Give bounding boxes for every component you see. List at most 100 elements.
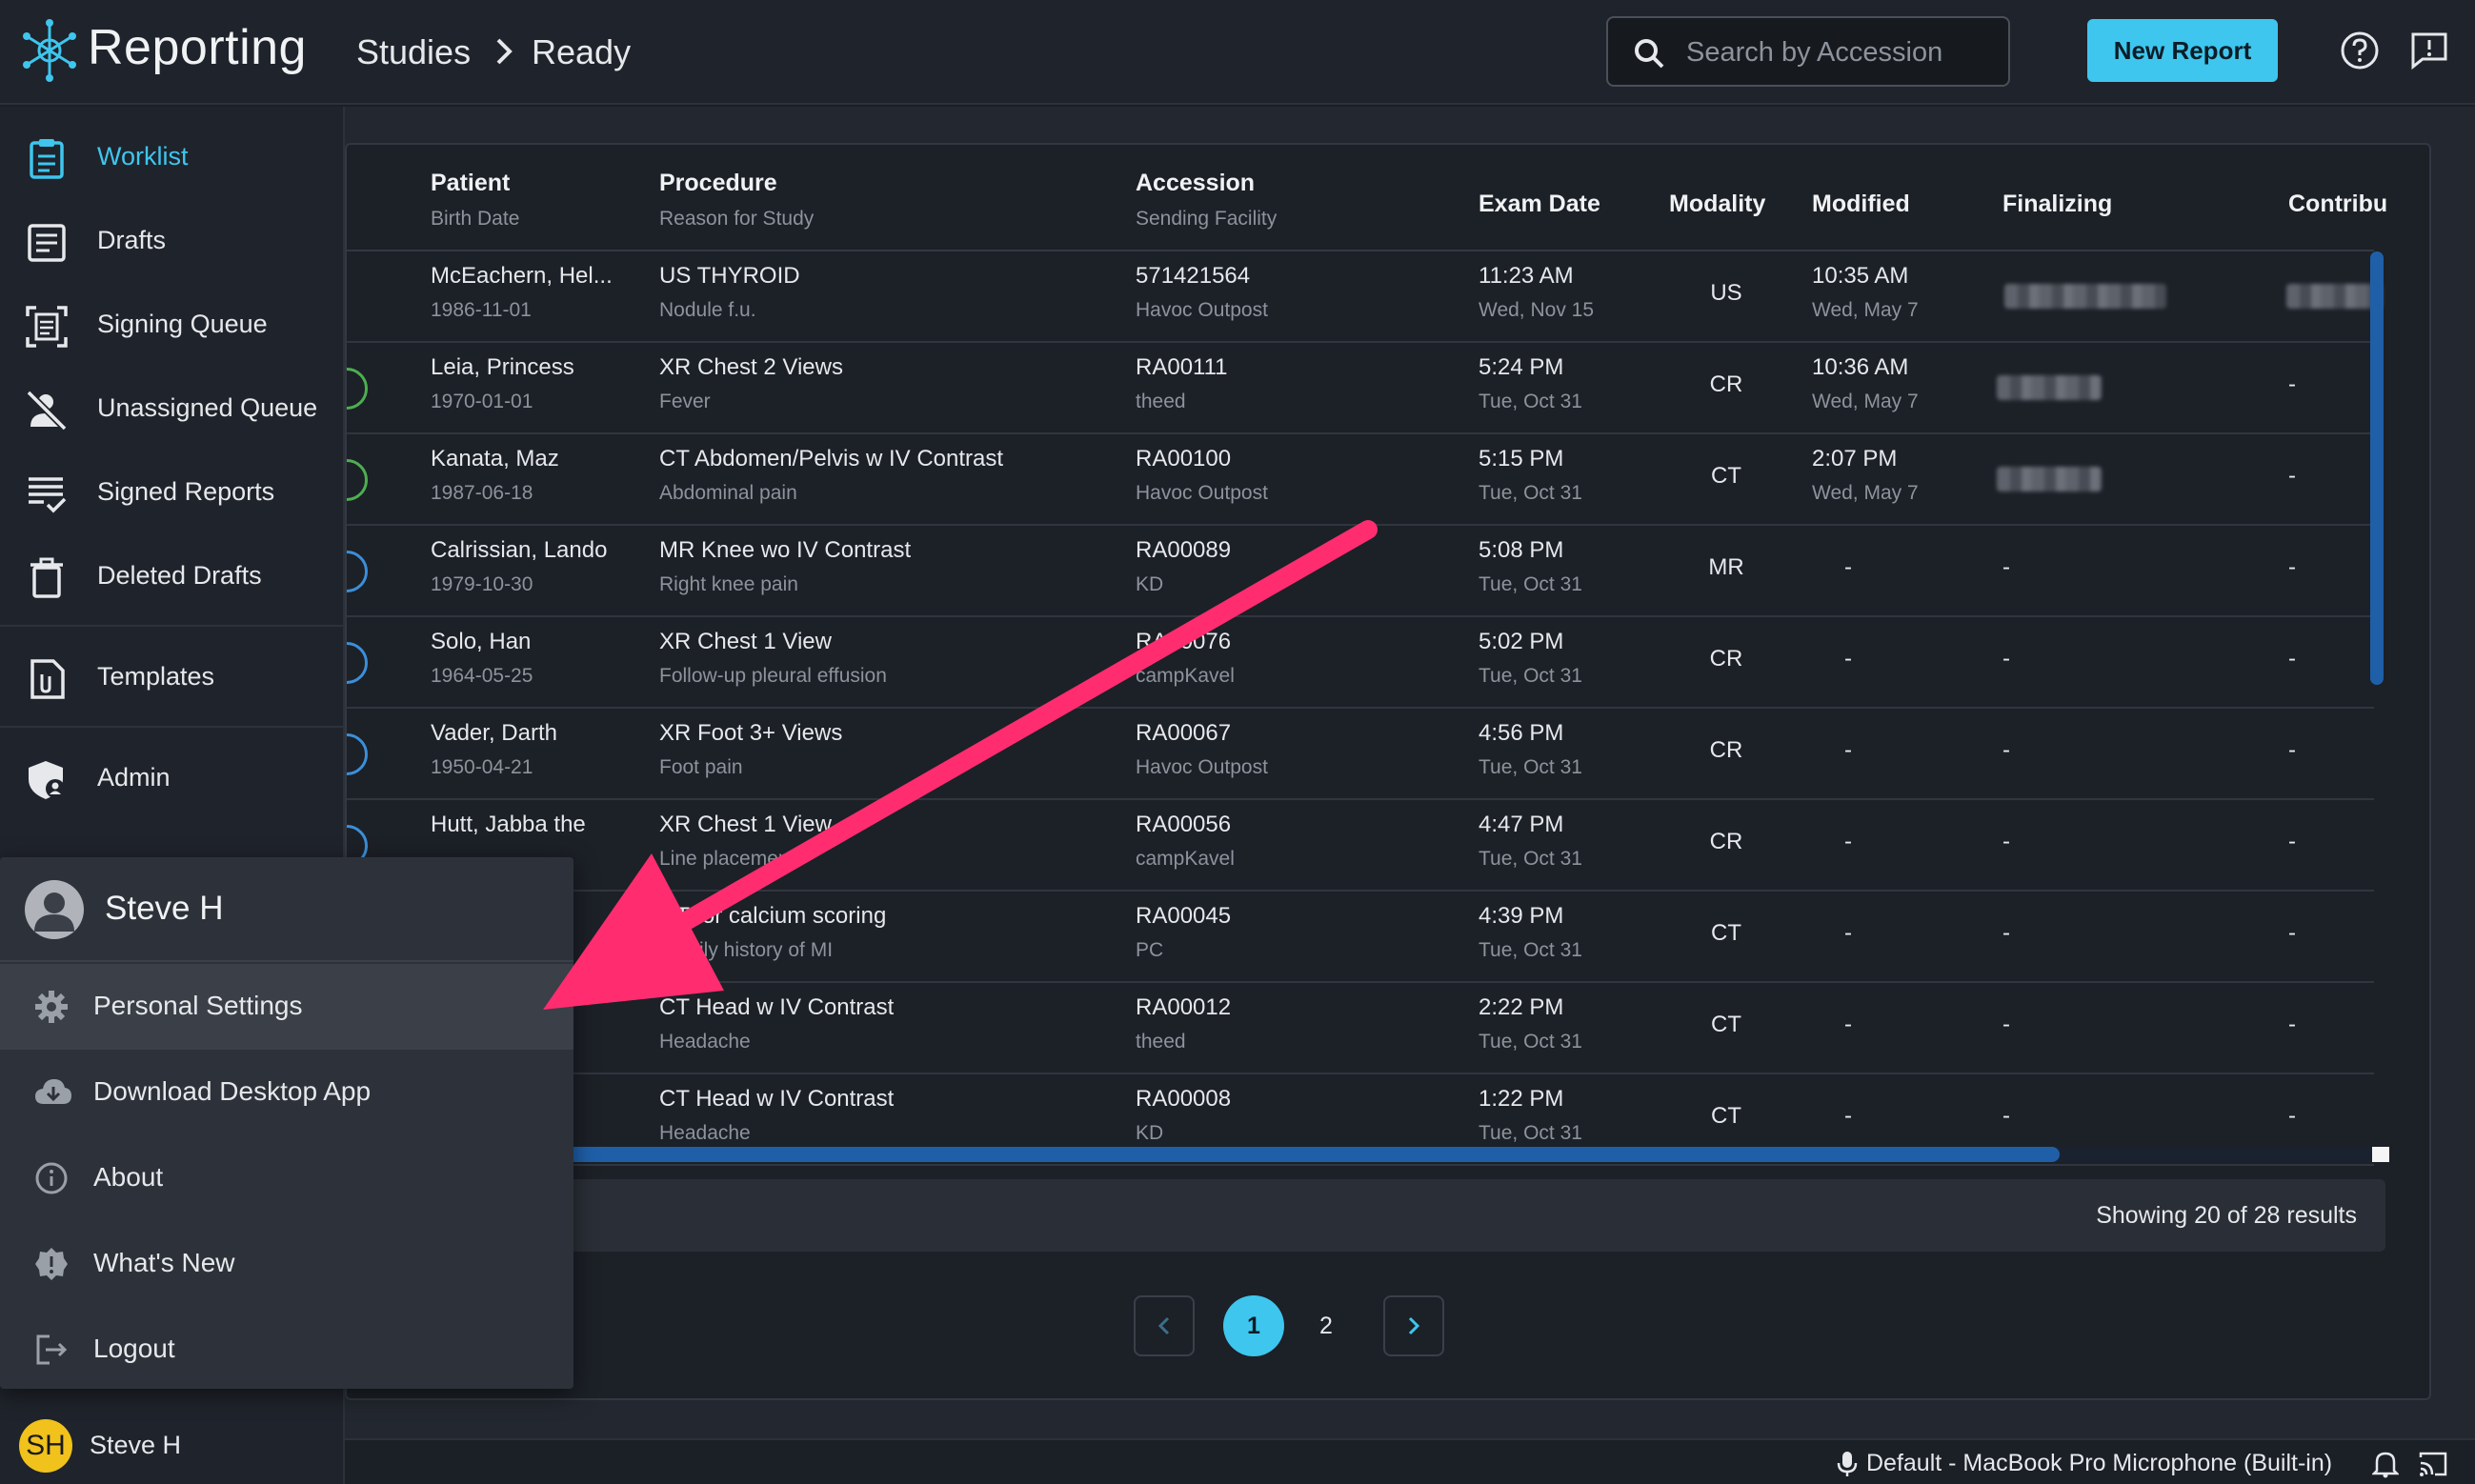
- contributors: -: [2288, 737, 2296, 763]
- table-row[interactable]: Kanata, Maz 1987-06-18 CT Abdomen/Pelvis w…: [347, 434, 2374, 526]
- col-accession[interactable]: Accession: [1136, 170, 1255, 197]
- cast-icon[interactable]: [2418, 1450, 2448, 1478]
- table-row[interactable]: Hutt, Jabba the XR Chest 1 View Line place…: [347, 800, 2374, 892]
- page-1[interactable]: 1: [1223, 1295, 1284, 1356]
- sending-facility: KD: [1136, 1122, 1164, 1144]
- accession-number: RA00008: [1136, 1086, 1232, 1112]
- breadcrumb-ready: Ready: [532, 32, 632, 71]
- template-icon: [30, 659, 65, 699]
- redacted-finalizer: [2004, 284, 2166, 309]
- col-modified[interactable]: Modified: [1812, 191, 1910, 218]
- table-row[interactable]: McEachern, Hel... 1986-11-01 US THYROID Nod…: [347, 251, 2382, 343]
- col-exam-date[interactable]: Exam Date: [1479, 191, 1600, 218]
- exam-date: Tue, Oct 31: [1479, 573, 1582, 595]
- reason-for-study: Line placement: [659, 848, 795, 870]
- feedback-icon[interactable]: [2407, 29, 2451, 72]
- exam-time: 4:39 PM: [1479, 903, 1564, 929]
- patient-name: Hutt, Jabba the: [431, 812, 586, 837]
- sidebar-item-unassigned-queue[interactable]: Unassigned Queue: [0, 370, 343, 446]
- table-row[interactable]: CT Head w IV Contrast Headache RA00012 thee…: [347, 983, 2374, 1074]
- modified-time: 10:36 AM: [1812, 354, 1909, 380]
- microphone-icon[interactable]: [1836, 1450, 1859, 1478]
- sending-facility: KD: [1136, 573, 1164, 595]
- col-finalizing[interactable]: Finalizing: [2002, 191, 2112, 218]
- menu-item-personal-settings[interactable]: Personal Settings: [0, 964, 573, 1050]
- procedure: MR Knee wo IV Contrast: [659, 537, 912, 563]
- table-row[interactable]: Solo, Han 1964-05-25 XR Chest 1 View Follow…: [347, 617, 2374, 709]
- gear-icon: [35, 991, 68, 1023]
- exam-time: 2:22 PM: [1479, 994, 1564, 1020]
- col-procedure[interactable]: Procedure: [659, 170, 777, 197]
- menu-item-download-desktop-app[interactable]: Download Desktop App: [0, 1050, 573, 1135]
- accession-number: RA00076: [1136, 629, 1232, 654]
- user-menu-name: Steve H: [105, 890, 224, 927]
- sidebar-item-templates[interactable]: Templates: [0, 638, 343, 714]
- procedure: CT for calcium scoring: [659, 903, 887, 929]
- menu-item-about[interactable]: About: [0, 1135, 573, 1221]
- sidebar-item-worklist[interactable]: Worklist: [0, 118, 343, 194]
- patient-name: Kanata, Maz: [431, 446, 559, 471]
- sidebar-item-label: Drafts: [97, 226, 167, 254]
- avatar: [25, 880, 84, 939]
- col-modality[interactable]: Modality: [1669, 191, 1765, 218]
- procedure: XR Chest 1 View: [659, 629, 832, 654]
- page-2[interactable]: 2: [1296, 1295, 1357, 1356]
- col-birth-date: Birth Date: [431, 208, 520, 230]
- prev-page-button[interactable]: [1134, 1295, 1195, 1356]
- sending-facility: Havoc Outpost: [1136, 482, 1268, 504]
- user-icon: [34, 892, 74, 932]
- bell-icon[interactable]: [2372, 1450, 2399, 1478]
- col-contributors[interactable]: Contribu: [2288, 191, 2387, 218]
- breadcrumb-studies[interactable]: Studies: [356, 32, 471, 72]
- horizontal-scrollbar-thumb[interactable]: [347, 1147, 2060, 1162]
- menu-item-logout[interactable]: Logout: [0, 1307, 573, 1393]
- results-count: Showing 20 of 28 results: [2096, 1202, 2357, 1229]
- modified-time: -: [1844, 646, 1852, 672]
- col-patient[interactable]: Patient: [431, 170, 510, 197]
- sidebar-item-label: Admin: [97, 763, 171, 792]
- help-icon[interactable]: [2338, 29, 2382, 72]
- search-input[interactable]: [1686, 33, 1991, 71]
- next-page-button[interactable]: [1383, 1295, 1444, 1356]
- sidebar-item-drafts[interactable]: Drafts: [0, 202, 343, 278]
- finalizing: -: [2002, 1103, 2010, 1129]
- modality: US: [1710, 280, 1742, 306]
- table-row[interactable]: CT for calcium scoring Family history of …: [347, 892, 2374, 983]
- new-report-button[interactable]: New Report: [2087, 19, 2278, 82]
- finalizing: -: [2002, 1012, 2010, 1037]
- accession-number: RA00111: [1136, 354, 1228, 380]
- sidebar-item-deleted-drafts[interactable]: Deleted Drafts: [0, 537, 343, 613]
- results-footer: Showing 20 of 28 results: [347, 1179, 2385, 1252]
- contributors: -: [2288, 371, 2296, 397]
- exam-time: 4:47 PM: [1479, 812, 1564, 837]
- patient-name: Leia, Princess: [431, 354, 574, 380]
- modality: CR: [1709, 829, 1743, 854]
- reason-for-study: Nodule f.u.: [659, 299, 756, 321]
- sidebar-user[interactable]: SH Steve H: [0, 1408, 343, 1484]
- patient-name: McEachern, Hel...: [431, 263, 613, 289]
- menu-item-label: Download Desktop App: [93, 1076, 372, 1106]
- table-row[interactable]: Vader, Darth 1950-04-21 XR Foot 3+ Views Fo…: [347, 709, 2374, 800]
- finalizing: -: [2002, 737, 2010, 763]
- microphone-label[interactable]: Default - MacBook Pro Microphone (Built-…: [1866, 1450, 2332, 1477]
- search-box[interactable]: [1606, 16, 2010, 87]
- sidebar-item-label: Deleted Drafts: [97, 561, 262, 590]
- patient-birth-date: 1970-01-01: [431, 391, 533, 412]
- table-header: Patient Birth Date Procedure Reason for …: [347, 145, 2387, 251]
- patient-birth-date: 1987-06-18: [431, 482, 533, 504]
- sidebar-item-signing-queue[interactable]: Signing Queue: [0, 286, 343, 362]
- table-row[interactable]: Calrissian, Lando 1979-10-30 MR Knee wo IV…: [347, 526, 2374, 617]
- sidebar-item-signed-reports[interactable]: Signed Reports: [0, 453, 343, 530]
- modified-date: Wed, May 7: [1812, 482, 1919, 504]
- table-row[interactable]: Leia, Princess 1970-01-01 XR Chest 2 Views…: [347, 343, 2374, 434]
- worklist-table: Patient Birth Date Procedure Reason for …: [345, 143, 2431, 1400]
- exam-time: 5:08 PM: [1479, 537, 1564, 563]
- contributors: -: [2288, 554, 2296, 580]
- status-indicator: [347, 733, 368, 775]
- user-menu: Steve H Personal Settings Download Deskt…: [0, 857, 573, 1389]
- sidebar-item-admin[interactable]: Admin: [0, 739, 343, 815]
- checklist-icon: [29, 477, 67, 513]
- redacted-contributor: [2286, 284, 2382, 309]
- menu-item-whats-new[interactable]: What's New: [0, 1221, 573, 1307]
- vertical-scrollbar[interactable]: [2370, 251, 2384, 685]
